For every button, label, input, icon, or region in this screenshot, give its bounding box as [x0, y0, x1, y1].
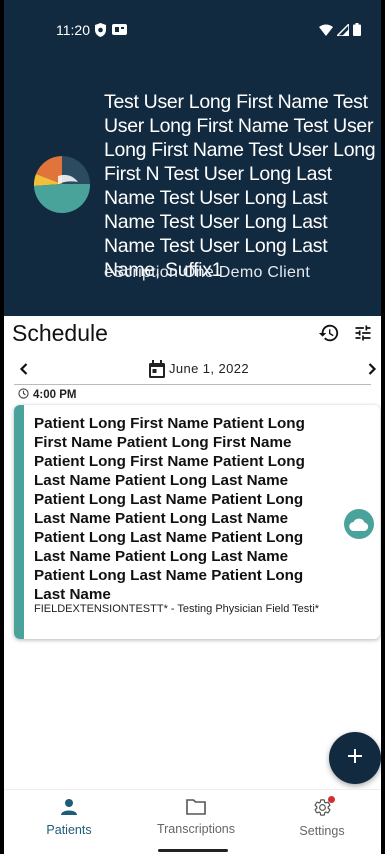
shield-icon [94, 23, 107, 40]
nav-patients-label: Patients [46, 823, 92, 837]
app-screen: 11:20 Test User Long First Name Test Use… [4, 0, 381, 854]
nav-settings-label: Settings [299, 824, 345, 838]
time-slot-label: 4:00 PM [33, 389, 77, 401]
calendar-icon[interactable] [143, 355, 171, 383]
signal-icon [335, 22, 350, 39]
divider [14, 384, 371, 385]
nav-patients[interactable]: Patients [9, 798, 129, 837]
client-logo-icon [32, 154, 92, 214]
nav-settings[interactable]: Settings [262, 796, 381, 838]
nav-transcriptions-label: Transcriptions [156, 822, 236, 836]
patient-name: Patient Long First Name Patient Long Fir… [34, 415, 305, 603]
physician-name: FIELDEXTENSIONTESTT* - Testing Physician… [34, 603, 320, 615]
date-navigator: June 1, 2022 [4, 355, 381, 383]
filter-icon[interactable] [349, 319, 377, 347]
page-title: Schedule [12, 320, 108, 346]
clock-icon [18, 388, 29, 402]
header: 11:20 Test User Long First Name Test Use… [4, 0, 381, 316]
status-icons [319, 22, 361, 39]
chevron-right-icon[interactable] [358, 355, 381, 383]
appointment-card[interactable]: Patient Long First Name Patient Long Fir… [14, 405, 380, 639]
cloud-icon[interactable] [344, 509, 374, 539]
folder-icon [186, 799, 206, 818]
status-time: 11:20 [56, 22, 90, 38]
wifi-icon [319, 23, 333, 39]
bottom-nav: Patients Transcriptions Settings [4, 789, 381, 854]
time-slot: 4:00 PM [18, 388, 76, 402]
client-name: eScription One Demo Client [104, 264, 311, 281]
notification-badge [327, 796, 335, 803]
gear-icon [313, 796, 335, 820]
plus-icon [347, 748, 363, 769]
user-name: Test User Long First Name Test User Long… [104, 91, 376, 281]
status-bar: 11:20 [4, 18, 381, 42]
selected-date[interactable]: June 1, 2022 [169, 361, 249, 376]
card-accent-stripe [14, 405, 24, 639]
add-button[interactable] [329, 732, 381, 784]
history-icon[interactable] [315, 319, 343, 347]
home-indicator[interactable] [158, 849, 228, 852]
battery-icon [353, 23, 361, 39]
person-icon [60, 799, 78, 819]
chevron-left-icon[interactable] [10, 355, 38, 383]
nav-transcriptions[interactable]: Transcriptions [136, 798, 256, 836]
sim-icon [112, 23, 127, 39]
